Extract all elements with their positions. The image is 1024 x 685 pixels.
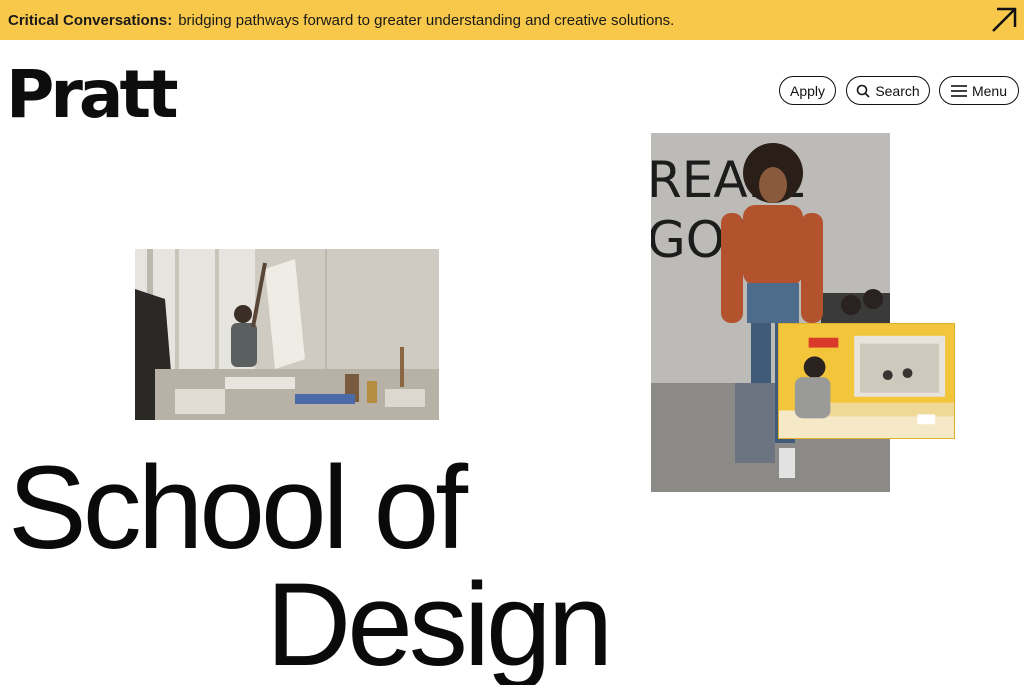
lab-photo: [778, 323, 955, 439]
pratt-logo[interactable]: Pratt: [6, 62, 179, 128]
page-heading-line-1: School of: [8, 442, 468, 574]
announcement-banner[interactable]: Critical Conversations: bridging pathway…: [0, 0, 1024, 40]
apply-button[interactable]: Apply: [779, 76, 836, 105]
search-button-label: Search: [875, 82, 920, 99]
search-button[interactable]: Search: [846, 76, 930, 105]
apply-button-label: Apply: [789, 82, 826, 99]
hamburger-icon: [950, 84, 967, 97]
search-icon: [857, 84, 870, 98]
page-heading-line-2: Design: [266, 559, 613, 685]
banner-bold-label: Critical Conversations:: [8, 11, 173, 29]
studio-photo: [135, 249, 439, 420]
banner-text: bridging pathways forward to greater und…: [178, 11, 675, 29]
menu-button-label: Menu: [971, 82, 1008, 99]
arrow-up-right-icon[interactable]: [988, 4, 1020, 36]
menu-button[interactable]: Menu: [939, 76, 1019, 105]
